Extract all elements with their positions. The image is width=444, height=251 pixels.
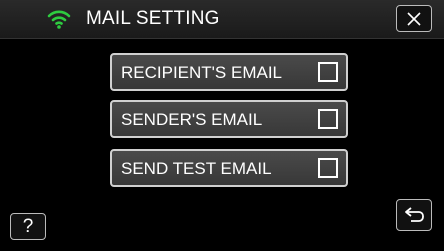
checkbox[interactable] — [318, 158, 338, 178]
senders-email-option[interactable]: SENDER'S EMAIL — [110, 100, 348, 138]
page-title: MAIL SETTING — [86, 8, 220, 29]
send-test-email-option[interactable]: SEND TEST EMAIL — [110, 149, 348, 187]
checkbox[interactable] — [318, 109, 338, 129]
option-label: SENDER'S EMAIL — [121, 110, 263, 129]
recipients-email-option[interactable]: RECIPIENT'S EMAIL — [110, 53, 348, 91]
title-bar: MAIL SETTING — [0, 0, 444, 39]
return-icon — [405, 207, 424, 222]
wifi-icon — [47, 8, 71, 30]
back-button[interactable] — [396, 199, 432, 231]
close-button[interactable] — [396, 5, 432, 32]
option-label: SEND TEST EMAIL — [121, 159, 272, 178]
help-button[interactable]: ? — [10, 213, 46, 240]
checkbox[interactable] — [318, 62, 338, 82]
close-icon — [407, 12, 421, 26]
option-label: RECIPIENT'S EMAIL — [121, 63, 283, 82]
